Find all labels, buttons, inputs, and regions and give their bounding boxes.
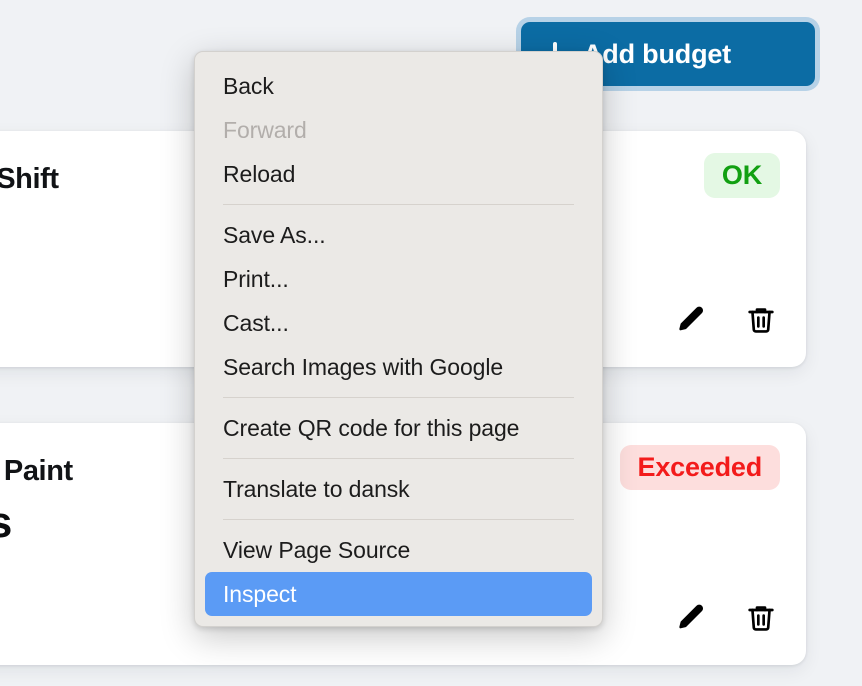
edit-budget-button[interactable] [674, 601, 708, 635]
menu-separator [223, 204, 574, 205]
pencil-icon [675, 602, 707, 634]
status-badge: Exceeded [620, 445, 780, 490]
budget-card-text: ut Shift ly [0, 153, 59, 267]
menu-separator [223, 519, 574, 520]
menu-separator [223, 458, 574, 459]
delete-budget-button[interactable] [744, 303, 778, 337]
menu-item-reload[interactable]: Reload [195, 152, 602, 196]
edit-budget-button[interactable] [674, 303, 708, 337]
menu-item-translate-to-dansk[interactable]: Translate to dansk [195, 467, 602, 511]
budget-card-text: ful Paint ns [0, 445, 73, 548]
menu-item-forward: Forward [195, 108, 602, 152]
add-budget-label: Add budget [583, 39, 731, 70]
status-badge: OK [704, 153, 780, 198]
budget-card-amount: ns [0, 498, 73, 548]
menu-item-view-page-source[interactable]: View Page Source [195, 528, 602, 572]
menu-item-inspect[interactable]: Inspect [205, 572, 592, 616]
menu-item-search-images-with-google[interactable]: Search Images with Google [195, 345, 602, 389]
budget-card-title: ut Shift [0, 163, 59, 196]
menu-item-save-as[interactable]: Save As... [195, 213, 602, 257]
budget-card-title: ful Paint [0, 455, 73, 488]
delete-budget-button[interactable] [744, 601, 778, 635]
menu-item-print[interactable]: Print... [195, 257, 602, 301]
trash-icon [745, 304, 777, 336]
trash-icon [745, 602, 777, 634]
menu-item-create-qr-code-for-this-page[interactable]: Create QR code for this page [195, 406, 602, 450]
budget-card-actions [674, 303, 778, 337]
menu-separator [223, 397, 574, 398]
budget-card-actions [674, 601, 778, 635]
menu-item-back[interactable]: Back [195, 64, 602, 108]
pencil-icon [675, 304, 707, 336]
browser-context-menu[interactable]: BackForwardReload Save As...Print...Cast.… [194, 51, 603, 627]
budget-card-subtitle: ly [0, 244, 59, 267]
menu-item-cast[interactable]: Cast... [195, 301, 602, 345]
